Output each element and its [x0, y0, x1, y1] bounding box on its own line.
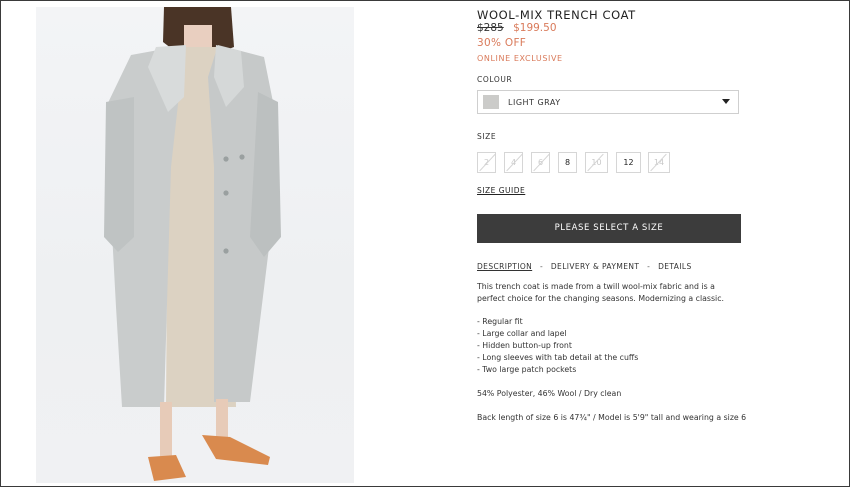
online-exclusive-badge: ONLINE EXCLUSIVE: [477, 54, 563, 63]
size-label: SIZE: [477, 132, 497, 141]
model-wearing-coat-illustration: [104, 7, 281, 481]
product-image: [36, 7, 354, 483]
chevron-down-icon: [722, 99, 730, 104]
size-guide-link[interactable]: SIZE GUIDE: [477, 186, 525, 195]
info-tabs: DESCRIPTION - DELIVERY & PAYMENT - DETAI…: [477, 262, 692, 271]
size-option-12[interactable]: 12: [616, 152, 641, 173]
original-price: $285: [477, 22, 504, 34]
list-item: Long sleeves with tab detail at the cuff…: [477, 352, 638, 364]
colour-label: COLOUR: [477, 75, 513, 84]
size-option-6[interactable]: 6: [531, 152, 550, 173]
add-to-bag-button[interactable]: PLEASE SELECT A SIZE: [477, 214, 741, 243]
size-option-2[interactable]: 2: [477, 152, 496, 173]
list-item: Hidden button-up front: [477, 340, 638, 352]
discount-label: 30% OFF: [477, 37, 527, 49]
feature-list: Regular fit Large collar and lapel Hidde…: [477, 316, 638, 376]
tab-separator: -: [647, 262, 651, 271]
product-title: WOOL-MIX TRENCH COAT: [477, 8, 636, 22]
colour-selected-value: LIGHT GRAY: [508, 98, 561, 107]
colour-select[interactable]: LIGHT GRAY: [477, 90, 739, 114]
composition-text: 54% Polyester, 46% Wool / Dry clean: [477, 389, 622, 398]
tab-description[interactable]: DESCRIPTION: [477, 262, 532, 271]
list-item: Two large patch pockets: [477, 364, 638, 376]
description-intro: This trench coat is made from a twill wo…: [477, 282, 724, 303]
size-option-4[interactable]: 4: [504, 152, 523, 173]
sale-price: $199.50: [513, 22, 557, 34]
tab-details[interactable]: DETAILS: [658, 262, 692, 271]
size-option-10[interactable]: 10: [585, 152, 608, 173]
list-item: Regular fit: [477, 316, 638, 328]
size-option-14[interactable]: 14: [648, 152, 670, 173]
size-option-8[interactable]: 8: [558, 152, 577, 173]
fit-note-text: Back length of size 6 is 47¾" / Model is…: [477, 413, 747, 422]
colour-swatch: [483, 95, 499, 109]
price-block: $285 $199.50: [477, 22, 557, 34]
list-item: Large collar and lapel: [477, 328, 638, 340]
tab-delivery-payment[interactable]: DELIVERY & PAYMENT: [551, 262, 639, 271]
tab-separator: -: [539, 262, 544, 271]
